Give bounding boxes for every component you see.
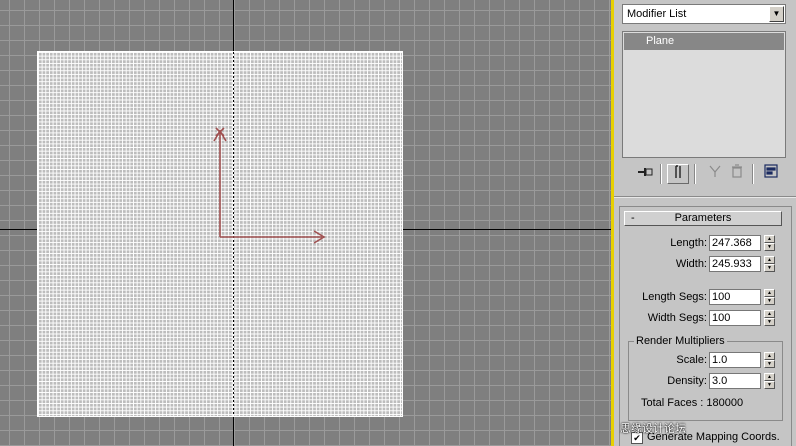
- chevron-down-icon[interactable]: ▼: [769, 6, 784, 22]
- spinner-down-icon[interactable]: ▼: [764, 318, 775, 326]
- scale-input[interactable]: [709, 352, 761, 368]
- toolbar-separator: [694, 164, 696, 184]
- density-label: Density:: [667, 375, 707, 387]
- length-spinner[interactable]: ▲ ▼: [764, 235, 775, 251]
- width-segs-input[interactable]: [709, 310, 761, 326]
- transform-gizmo-icon[interactable]: [210, 125, 330, 250]
- density-input[interactable]: [709, 373, 761, 389]
- length-row: Length: ▲▼: [620, 235, 793, 253]
- show-end-result-icon[interactable]: [667, 164, 689, 184]
- parameters-rollout-header[interactable]: - Parameters: [624, 211, 782, 226]
- scale-spinner[interactable]: ▲ ▼: [764, 352, 775, 368]
- width-segs-label: Width Segs:: [647, 312, 707, 324]
- length-input[interactable]: [709, 235, 761, 251]
- density-row: Density: ▲▼: [620, 373, 793, 391]
- pin-stack-icon[interactable]: [634, 164, 656, 184]
- modifier-list-value: Modifier List: [627, 8, 687, 20]
- make-unique-icon[interactable]: [704, 164, 726, 184]
- parameters-rollout: - Parameters Length: ▲▼ Width: ▲▼ Length…: [619, 206, 792, 446]
- rollout-title: Parameters: [674, 212, 732, 224]
- stack-item-plane[interactable]: Plane: [624, 33, 784, 50]
- length-segs-spinner[interactable]: ▲ ▼: [764, 289, 775, 305]
- scale-label: Scale:: [676, 354, 707, 366]
- watermark-text: 思缘设计论坛: [620, 423, 686, 435]
- configure-modifier-sets-icon[interactable]: [760, 164, 782, 184]
- toolbar-separator: [752, 164, 754, 184]
- width-label: Width:: [675, 258, 707, 270]
- width-segs-spinner[interactable]: ▲ ▼: [764, 310, 775, 326]
- width-row: Width: ▲▼: [620, 256, 793, 274]
- panel-divider: [614, 196, 796, 198]
- width-spinner[interactable]: ▲ ▼: [764, 256, 775, 272]
- render-multipliers-label: Render Multipliers: [634, 335, 727, 347]
- modifier-stack-list[interactable]: Plane: [622, 31, 786, 158]
- modifier-list-dropdown[interactable]: Modifier List ▼: [622, 4, 786, 24]
- length-segs-row: Length Segs: ▲▼: [620, 289, 793, 307]
- spinner-up-icon[interactable]: ▲: [764, 310, 775, 318]
- spinner-down-icon[interactable]: ▼: [764, 243, 775, 251]
- spinner-up-icon[interactable]: ▲: [764, 373, 775, 381]
- length-segs-label: Length Segs:: [642, 291, 707, 303]
- modifier-stack-toolbar: [622, 160, 786, 188]
- spinner-down-icon[interactable]: ▼: [764, 381, 775, 389]
- density-spinner[interactable]: ▲ ▼: [764, 373, 775, 389]
- scale-row: Scale: ▲▼: [620, 352, 793, 370]
- spinner-down-icon[interactable]: ▼: [764, 297, 775, 305]
- collapse-icon: -: [631, 212, 635, 224]
- spinner-up-icon[interactable]: ▲: [764, 352, 775, 360]
- width-segs-row: Width Segs: ▲▼: [620, 310, 793, 328]
- spinner-down-icon[interactable]: ▼: [764, 264, 775, 272]
- spinner-down-icon[interactable]: ▼: [764, 360, 775, 368]
- spinner-up-icon[interactable]: ▲: [764, 256, 775, 264]
- remove-modifier-icon[interactable]: [726, 164, 748, 184]
- length-label: Length:: [670, 237, 707, 249]
- toolbar-separator: [660, 164, 662, 184]
- spinner-up-icon[interactable]: ▲: [764, 235, 775, 243]
- length-segs-input[interactable]: [709, 289, 761, 305]
- spinner-up-icon[interactable]: ▲: [764, 289, 775, 297]
- command-panel: Modifier List ▼ Plane - Parameters Lengt…: [614, 0, 796, 446]
- viewport[interactable]: [0, 0, 611, 446]
- total-faces-readout: Total Faces : 180000: [641, 397, 744, 409]
- width-input[interactable]: [709, 256, 761, 272]
